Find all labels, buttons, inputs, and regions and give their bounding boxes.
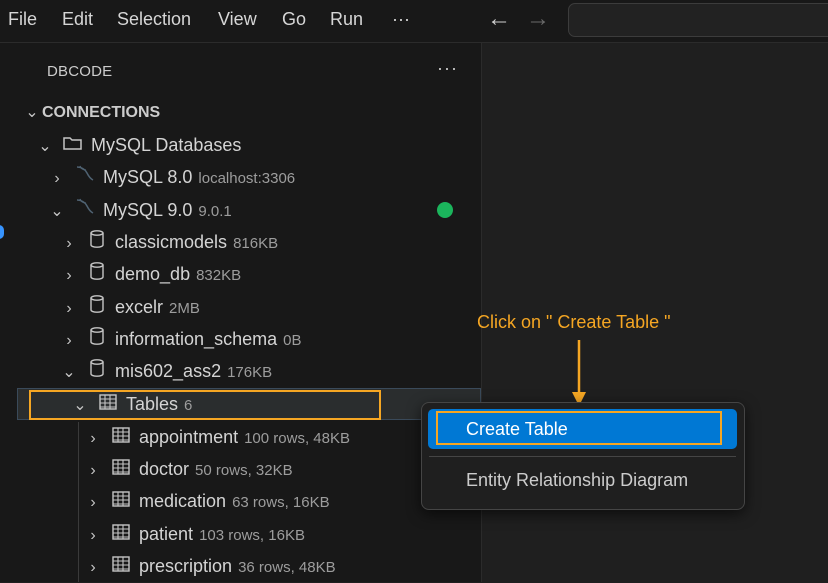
chevron-down-icon: ⌄ [50, 203, 64, 220]
tree-table-prescription[interactable]: › prescription 36 rows, 48KB [82, 551, 336, 581]
annotation-text: Click on " Create Table " [477, 312, 671, 332]
table-name: doctor [139, 459, 190, 479]
connection-name: MySQL 8.0 [103, 167, 193, 187]
mysql-dolphin-icon [73, 196, 97, 227]
database-size: 0B [283, 332, 302, 349]
command-center-search[interactable] [568, 3, 828, 37]
menu-file[interactable]: File [8, 9, 37, 30]
connection-desc: 9.0.1 [198, 203, 232, 220]
menu-view[interactable]: View [218, 9, 257, 30]
table-name: medication [139, 491, 227, 511]
menu-edit[interactable]: Edit [62, 9, 93, 30]
table-grid-icon [109, 486, 133, 516]
menu-go[interactable]: Go [282, 9, 306, 30]
sidebar-title: DBCODE [47, 63, 113, 80]
database-name: demo_db [115, 264, 191, 284]
database-icon [85, 324, 109, 354]
annotation-highlight-tables [29, 390, 381, 420]
database-icon [85, 292, 109, 322]
table-grid-icon [109, 454, 133, 484]
annotation-arrow-icon [572, 340, 586, 406]
database-name: excelr [115, 297, 164, 317]
chevron-right-icon: › [90, 430, 96, 447]
database-size: 2MB [169, 300, 200, 317]
tree-table-patient[interactable]: › patient 103 rows, 16KB [82, 519, 305, 549]
database-icon [85, 356, 109, 386]
tree-group-mysql-databases[interactable]: ⌄ MySQL Databases [34, 130, 241, 160]
database-name: information_schema [115, 329, 278, 349]
section-label: CONNECTIONS [42, 104, 161, 121]
chevron-right-icon: › [90, 527, 96, 544]
tree-database-excelr[interactable]: › excelr 2MB [58, 292, 200, 322]
connection-desc: localhost:3306 [198, 170, 296, 187]
chevron-right-icon: › [66, 332, 72, 349]
database-icon [85, 259, 109, 289]
tree-label: MySQL Databases [91, 135, 242, 155]
tree-database-classicmodels[interactable]: › classicmodels 816KB [58, 227, 278, 257]
tree-connection-mysql-8[interactable]: › MySQL 8.0 localhost:3306 [46, 162, 295, 192]
chevron-right-icon: › [66, 300, 72, 317]
annotation-highlight-create-table [436, 411, 722, 445]
menu-run[interactable]: Run [330, 9, 363, 30]
tree-table-doctor[interactable]: › doctor 50 rows, 32KB [82, 454, 293, 484]
menu-more-icon[interactable]: ··· [392, 9, 410, 30]
database-size: 176KB [227, 364, 273, 381]
table-name: appointment [139, 427, 239, 447]
back-arrow-icon[interactable]: ← [487, 5, 511, 33]
table-desc: 36 rows, 48KB [238, 559, 336, 576]
table-desc: 103 rows, 16KB [199, 527, 305, 544]
chevron-right-icon: › [66, 267, 72, 284]
table-name: prescription [139, 556, 233, 576]
tree-table-appointment[interactable]: › appointment 100 rows, 48KB [82, 422, 350, 452]
chevron-right-icon: › [54, 170, 60, 187]
sidebar-more-icon[interactable]: ··· [437, 58, 458, 79]
table-grid-icon [109, 551, 133, 581]
chevron-down-icon: ⌄ [38, 138, 52, 155]
chevron-down-icon: ⌄ [25, 104, 39, 121]
tree-indent-guide [78, 422, 79, 582]
menu-selection[interactable]: Selection [117, 9, 191, 30]
tree-database-mis602-ass2[interactable]: ⌄ mis602_ass2 176KB [58, 356, 272, 386]
tree-database-demo-db[interactable]: › demo_db 832KB [58, 259, 241, 289]
table-grid-icon [109, 519, 133, 549]
table-desc: 63 rows, 16KB [232, 494, 330, 511]
database-name: mis602_ass2 [115, 361, 222, 381]
menu-bar: File Edit Selection View Go Run ··· ← → [0, 0, 828, 43]
database-icon [85, 227, 109, 257]
context-menu-entity-relationship-diagram[interactable]: Entity Relationship Diagram [466, 470, 688, 491]
tree-table-medication[interactable]: › medication 63 rows, 16KB [82, 486, 330, 516]
context-menu-separator [429, 456, 736, 457]
chevron-right-icon: › [90, 559, 96, 576]
chevron-right-icon: › [66, 235, 72, 252]
tree-connection-mysql-9[interactable]: ⌄ MySQL 9.0 9.0.1 [46, 195, 232, 225]
connection-name: MySQL 9.0 [103, 200, 193, 220]
chevron-right-icon: › [90, 494, 96, 511]
mysql-dolphin-icon [73, 163, 97, 194]
connection-status-dot [437, 202, 453, 218]
table-grid-icon [109, 422, 133, 452]
database-size: 832KB [196, 267, 242, 284]
database-size: 816KB [233, 235, 279, 252]
tree-database-information-schema[interactable]: › information_schema 0B [58, 324, 301, 354]
connections-section-header[interactable]: ⌄ CONNECTIONS [22, 102, 160, 122]
chevron-right-icon: › [90, 462, 96, 479]
folder-open-icon [61, 130, 85, 160]
table-desc: 100 rows, 48KB [244, 430, 350, 447]
chevron-down-icon: ⌄ [62, 364, 76, 381]
database-name: classicmodels [115, 232, 228, 252]
table-desc: 50 rows, 32KB [195, 462, 293, 479]
forward-arrow-icon[interactable]: → [526, 5, 550, 33]
table-name: patient [139, 524, 194, 544]
